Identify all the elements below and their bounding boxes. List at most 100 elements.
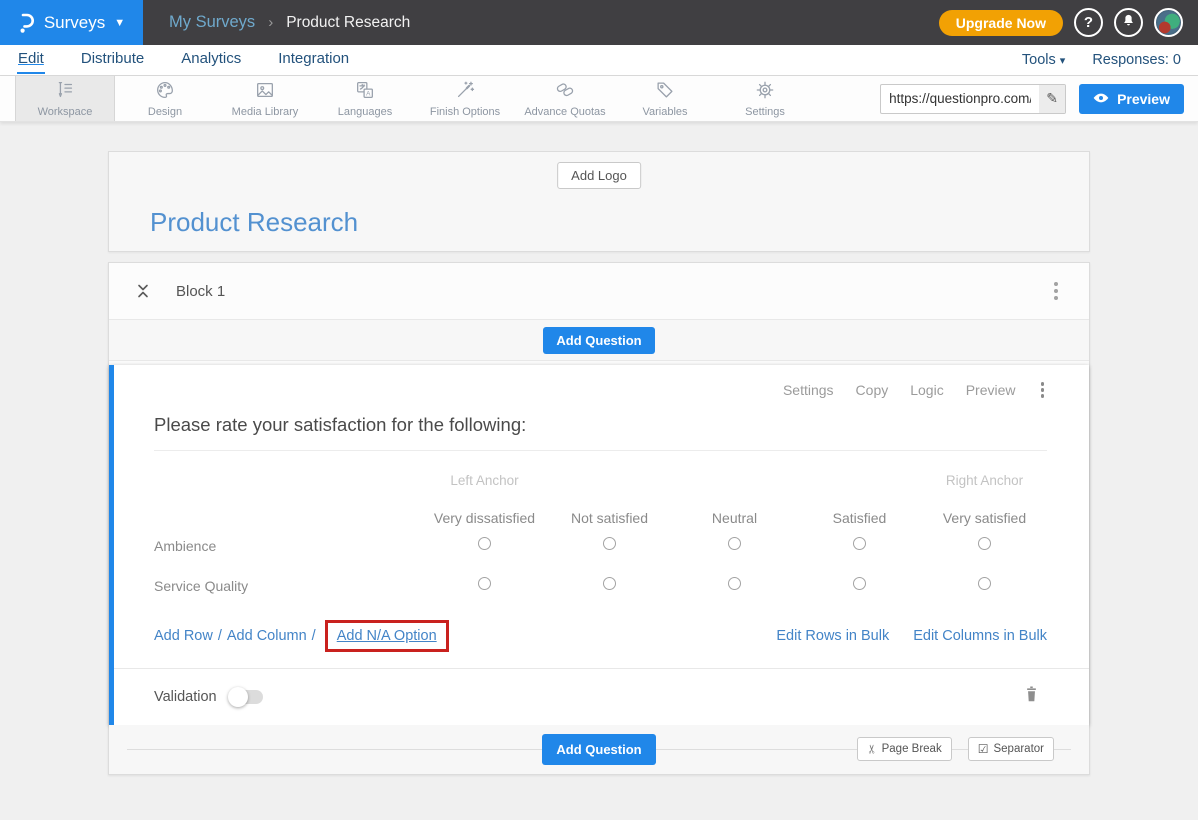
matrix-row-service-quality: Service Quality <box>154 566 1047 606</box>
radio-button[interactable] <box>603 577 616 590</box>
radio-button[interactable] <box>728 577 741 590</box>
column-header[interactable]: Satisfied <box>797 510 922 526</box>
tabrow-right: Tools ▾ Responses: 0 <box>1022 52 1181 68</box>
breadcrumb-current-survey: Product Research <box>286 14 410 32</box>
toolbar-item-design[interactable]: Design <box>115 76 215 121</box>
question-kebab-icon[interactable] <box>1038 379 1048 401</box>
collapse-block-icon[interactable] <box>136 282 150 300</box>
block-menu-kebab-icon[interactable] <box>1050 278 1062 304</box>
row-label[interactable]: Ambience <box>154 538 422 554</box>
question-preview-link[interactable]: Preview <box>966 382 1016 398</box>
add-logo-button[interactable]: Add Logo <box>557 162 641 189</box>
survey-url-box: ✎ <box>880 84 1066 114</box>
user-avatar[interactable] <box>1154 8 1183 37</box>
upgrade-now-button[interactable]: Upgrade Now <box>939 10 1063 36</box>
block-footer: Add Question ✂ Page Break ☑ Separator <box>109 725 1089 774</box>
anchor-row: Left Anchor Right Anchor <box>154 473 1047 488</box>
column-header[interactable]: Very dissatisfied <box>422 510 547 526</box>
gear-icon <box>754 79 776 104</box>
question-logic-link[interactable]: Logic <box>910 382 943 398</box>
add-question-button-top[interactable]: Add Question <box>543 327 654 354</box>
toolbar-end: ✎ Preview <box>880 76 1198 121</box>
survey-url-input[interactable] <box>881 91 1039 106</box>
block-container: Block 1 Add Question Settings Copy Logic… <box>108 262 1090 775</box>
chevron-down-icon: ▾ <box>1060 55 1066 67</box>
trash-icon <box>1024 685 1039 708</box>
question-title[interactable]: Please rate your satisfaction for the fo… <box>154 414 1047 436</box>
add-row-link[interactable]: Add Row <box>154 628 213 644</box>
delete-question-button[interactable] <box>1024 685 1047 708</box>
left-anchor-placeholder[interactable]: Left Anchor <box>422 473 547 488</box>
notifications-button[interactable] <box>1114 8 1143 37</box>
preview-button[interactable]: Preview <box>1079 84 1184 114</box>
column-header[interactable]: Not satisfied <box>547 510 672 526</box>
radio-button[interactable] <box>478 577 491 590</box>
edit-toolbar: Workspace Design Media Library A Languag… <box>0 76 1198 122</box>
radio-button[interactable] <box>478 537 491 550</box>
toolbar-item-variables[interactable]: Variables <box>615 76 715 121</box>
matrix-header-row: Very dissatisfied Not satisfied Neutral … <box>154 510 1047 526</box>
toolbar-item-workspace[interactable]: Workspace <box>15 76 115 121</box>
column-header[interactable]: Very satisfied <box>922 510 1047 526</box>
toolbar-item-settings[interactable]: Settings <box>715 76 815 121</box>
radio-button[interactable] <box>728 537 741 550</box>
help-button[interactable]: ? <box>1074 8 1103 37</box>
add-question-button-bottom[interactable]: Add Question <box>542 734 655 765</box>
chevron-down-icon: ▼ <box>114 17 125 29</box>
eye-icon <box>1093 91 1109 107</box>
survey-header-card: Add Logo Product Research <box>108 151 1090 252</box>
question-copy-link[interactable]: Copy <box>856 382 889 398</box>
page-break-button[interactable]: ✂ Page Break <box>857 737 952 761</box>
row-label[interactable]: Service Quality <box>154 578 422 594</box>
footer-right-buttons: ✂ Page Break ☑ Separator <box>857 737 1054 761</box>
question-card: Settings Copy Logic Preview Please rate … <box>109 365 1089 725</box>
radio-button[interactable] <box>853 577 866 590</box>
app-menu-surveys[interactable]: Surveys ▼ <box>0 0 143 45</box>
add-question-strip-top: Add Question <box>109 320 1089 361</box>
validation-toggle[interactable] <box>229 690 263 704</box>
radio-button[interactable] <box>603 537 616 550</box>
radio-button[interactable] <box>978 577 991 590</box>
tab-edit[interactable]: Edit <box>17 46 45 74</box>
add-na-option-highlight-box: Add N/A Option <box>325 620 449 652</box>
svg-text:A: A <box>366 91 371 98</box>
tab-distribute[interactable]: Distribute <box>80 46 145 74</box>
column-header[interactable]: Neutral <box>672 510 797 526</box>
checkbox-checked-icon: ☑ <box>978 742 989 756</box>
block-header: Block 1 <box>109 263 1089 320</box>
question-settings-link[interactable]: Settings <box>783 382 834 398</box>
toolbar-item-finish-options[interactable]: Finish Options <box>415 76 515 121</box>
question-menu: Settings Copy Logic Preview <box>154 379 1047 401</box>
toolbar-item-advance-quotas[interactable]: Advance Quotas <box>515 76 615 121</box>
toolbar-item-media-library[interactable]: Media Library <box>215 76 315 121</box>
add-na-option-link[interactable]: Add N/A Option <box>337 628 437 644</box>
edit-columns-in-bulk-link[interactable]: Edit Columns in Bulk <box>913 628 1047 644</box>
question-divider <box>154 450 1047 451</box>
tab-integration[interactable]: Integration <box>277 46 350 74</box>
responses-count[interactable]: Responses: 0 <box>1092 52 1181 68</box>
survey-title[interactable]: Product Research <box>150 207 358 238</box>
section-tabs: Edit Distribute Analytics Integration To… <box>0 45 1198 76</box>
radio-button[interactable] <box>853 537 866 550</box>
separator-button[interactable]: ☑ Separator <box>968 737 1054 761</box>
questionpro-logo-icon <box>18 11 35 35</box>
topbar: Surveys ▼ My Surveys › Product Research … <box>0 0 1198 45</box>
scissors-icon: ✂ <box>865 744 879 754</box>
matrix-table: Left Anchor Right Anchor Very dissatisfi… <box>154 473 1047 606</box>
tab-analytics[interactable]: Analytics <box>180 46 242 74</box>
breadcrumb-my-surveys[interactable]: My Surveys <box>169 13 255 32</box>
palette-icon <box>154 79 176 104</box>
breadcrumb: My Surveys › Product Research <box>169 13 410 32</box>
bulk-actions: Edit Rows in Bulk Edit Columns in Bulk <box>776 628 1047 644</box>
tag-icon <box>654 79 676 104</box>
edit-rows-in-bulk-link[interactable]: Edit Rows in Bulk <box>776 628 889 644</box>
validation-row: Validation <box>154 669 1047 725</box>
block-title[interactable]: Block 1 <box>176 283 225 300</box>
add-column-link[interactable]: Add Column <box>227 628 307 644</box>
tools-dropdown[interactable]: Tools ▾ <box>1022 52 1065 68</box>
right-anchor-placeholder[interactable]: Right Anchor <box>922 473 1047 488</box>
toolbar-item-languages[interactable]: A Languages <box>315 76 415 121</box>
edit-url-button[interactable]: ✎ <box>1039 84 1065 114</box>
validation-label: Validation <box>154 689 217 705</box>
radio-button[interactable] <box>978 537 991 550</box>
